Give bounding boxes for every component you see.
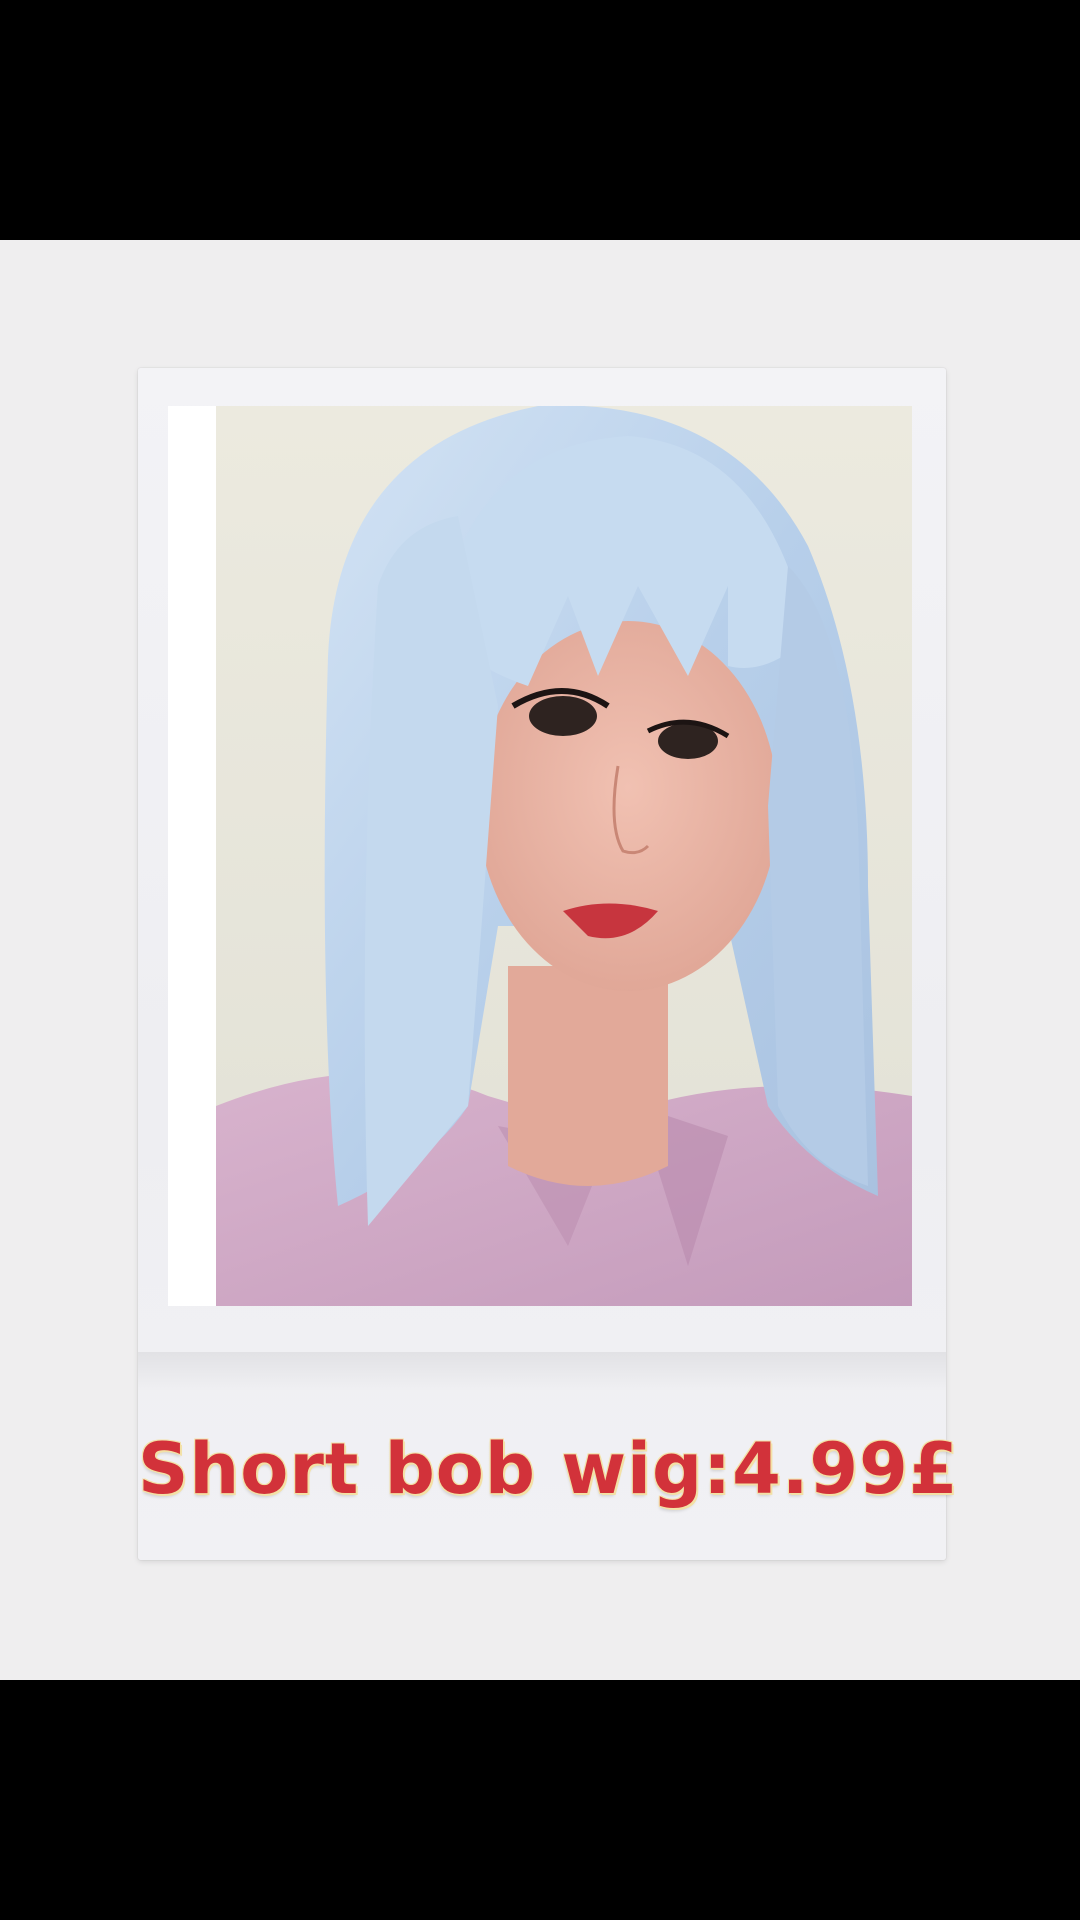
screen: Short bob wig:4.99£ [0, 0, 1080, 1920]
portrait-photo [168, 406, 912, 1306]
polaroid-frame: Short bob wig:4.99£ [138, 368, 959, 1560]
slide-content: Short bob wig:4.99£ [0, 240, 1080, 1680]
price-caption: Short bob wig:4.99£ [138, 1428, 959, 1510]
portrait-illustration [168, 406, 912, 1306]
letterbox-top [0, 0, 1080, 240]
letterbox-bottom [0, 1680, 1080, 1920]
